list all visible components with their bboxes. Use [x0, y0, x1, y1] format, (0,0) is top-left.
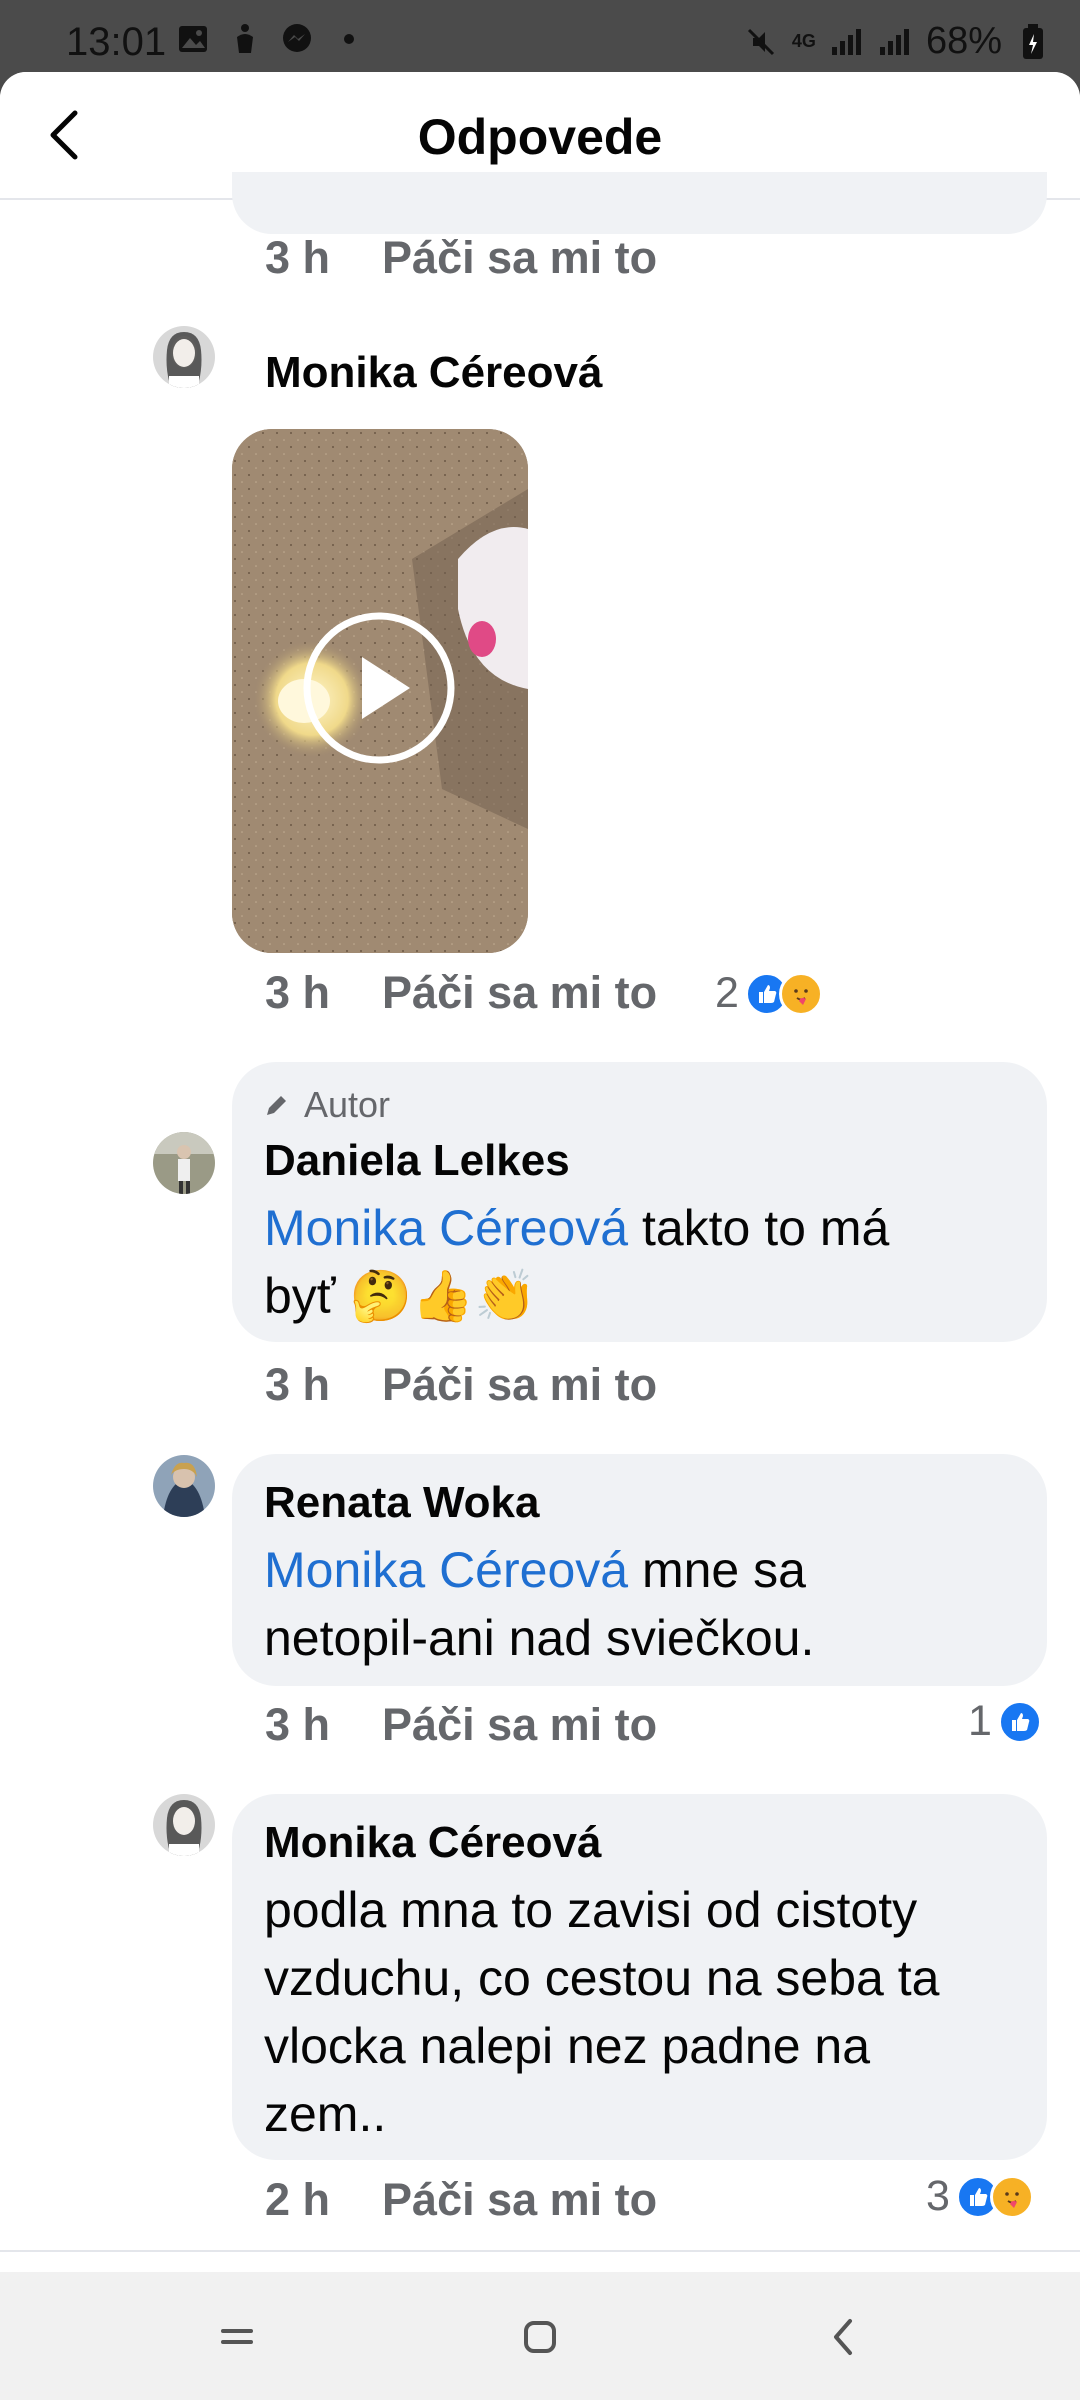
like-reaction-icon [997, 1699, 1042, 1744]
comment-text: podla mna to zavisi od cistoty vzduchu, … [264, 1876, 1015, 2148]
comment-time[interactable]: 3 h [265, 232, 330, 284]
status-bar: 13:01 4G 68% [0, 0, 1080, 82]
comment-bubble[interactable]: Autor Daniela Lelkes Monika Céreová takt… [232, 1062, 1047, 1342]
page-title: Odpovede [417, 109, 663, 165]
accessibility-icon [228, 22, 262, 56]
comment-time[interactable]: 3 h [265, 1359, 330, 1411]
avatar[interactable] [153, 326, 215, 388]
avatar[interactable] [153, 1132, 215, 1194]
reaction-summary[interactable]: 2 [715, 969, 823, 1018]
recent-apps-button[interactable] [202, 2302, 272, 2372]
comment-meta: 2 h Páči sa mi to [265, 2174, 657, 2226]
battery-icon [1016, 23, 1050, 59]
pencil-icon [267, 1096, 286, 1115]
reaction-count: 1 [968, 1697, 992, 1745]
play-icon [303, 612, 455, 764]
like-link[interactable]: Páči sa mi to [382, 1699, 657, 1751]
reaction-summary[interactable]: 1 [968, 1697, 1042, 1746]
avatar[interactable] [153, 1794, 215, 1856]
comment-text: Monika Céreová takto to má byť 🤔👍👏 [264, 1194, 1015, 1330]
comment-text-line: vlocka nalepi nez padne na [264, 2018, 871, 2074]
reaction-count: 3 [926, 2172, 950, 2220]
mute-icon [744, 25, 778, 59]
mention-link[interactable]: Monika Céreová [264, 1200, 628, 1256]
comment-meta: 3 h Páči sa mi to [265, 1699, 657, 1751]
comment-text-line1: takto to má [628, 1200, 890, 1256]
author-badge: Autor [264, 1084, 1015, 1126]
signal-2-icon [878, 25, 912, 59]
comment-bubble[interactable]: Monika Céreová podla mna to zavisi od ci… [232, 1794, 1047, 2160]
comment-time[interactable]: 3 h [265, 967, 330, 1019]
notification-icons [176, 22, 366, 56]
comment-time[interactable]: 3 h [265, 1699, 330, 1751]
care-reaction-icon [989, 2174, 1034, 2219]
comment-text-line: podla mna to zavisi od cistoty [264, 1882, 918, 1938]
previous-comment-bubble [232, 172, 1047, 234]
play-button[interactable] [302, 611, 456, 765]
home-icon [524, 2321, 556, 2353]
comment-meta: 3 h Páči sa mi to [265, 232, 657, 284]
comment-author[interactable]: Monika Céreová [265, 348, 602, 398]
home-button[interactable] [505, 2302, 575, 2372]
reaction-count: 2 [715, 969, 739, 1017]
comment-meta: 3 h Páči sa mi to [265, 967, 657, 1019]
author-badge-label: Autor [304, 1084, 391, 1125]
system-nav-bar [0, 2272, 1080, 2400]
back-arrow-icon [834, 2319, 852, 2355]
comment-text-line2: netopil-ani nad sviečkou. [264, 1610, 815, 1666]
system-icons: 4G 68% [744, 20, 1050, 63]
mention-link[interactable]: Monika Céreová [264, 1542, 628, 1598]
comment-text-line1: mne sa [628, 1542, 806, 1598]
battery-percent: 68% [925, 20, 1002, 62]
status-time: 13:01 [66, 20, 167, 64]
comment-text-line: zem.. [264, 2086, 387, 2142]
bottom-divider [0, 2250, 1080, 2252]
comment-author[interactable]: Renata Woka [264, 1476, 1015, 1530]
nav-back-button[interactable] [808, 2302, 878, 2372]
like-link[interactable]: Páči sa mi to [382, 2174, 657, 2226]
like-link[interactable]: Páči sa mi to [382, 967, 657, 1019]
comment-text: Monika Céreová mne sa netopil-ani nad sv… [264, 1536, 1015, 1672]
avatar[interactable] [153, 1455, 215, 1517]
comment-bubble[interactable]: Renata Woka Monika Céreová mne sa netopi… [232, 1454, 1047, 1686]
video-attachment[interactable] [232, 429, 528, 953]
comment-text-line2: byť 🤔👍👏 [264, 1268, 537, 1324]
comment-text-line: vzduchu, co cestou na seba ta [264, 1950, 940, 2006]
care-reaction-icon [778, 971, 823, 1016]
like-link[interactable]: Páči sa mi to [382, 1359, 657, 1411]
reaction-summary[interactable]: 3 [926, 2172, 1034, 2221]
messenger-icon [280, 22, 314, 56]
like-link[interactable]: Páči sa mi to [382, 232, 657, 284]
recent-apps-icon [221, 2329, 253, 2344]
comment-time[interactable]: 2 h [265, 2174, 330, 2226]
comment-author[interactable]: Monika Céreová [264, 1816, 1015, 1870]
replies-sheet: Odpovede 3 h Páči sa mi to Monika Céreov… [0, 72, 1080, 2272]
comment-meta: 3 h Páči sa mi to [265, 1359, 657, 1411]
signal-icon [830, 25, 864, 59]
gallery-icon [176, 22, 210, 56]
comment-author[interactable]: Daniela Lelkes [264, 1134, 1015, 1188]
network-type: 4G [791, 31, 816, 51]
dot-icon [332, 22, 366, 56]
